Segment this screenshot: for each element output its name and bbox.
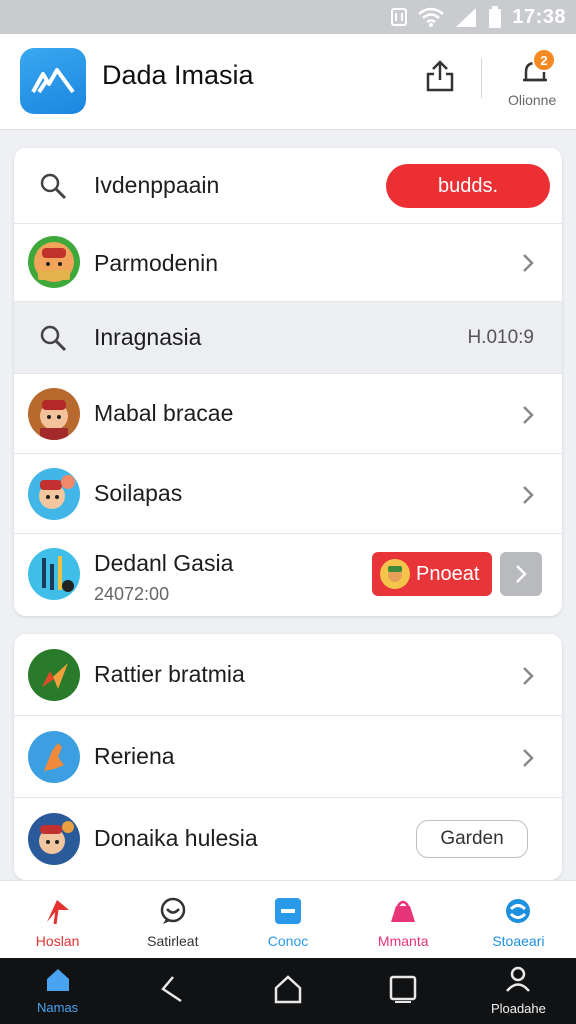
tab-hoslan[interactable]: Hoslan [0,881,115,958]
search-value: H.010:9 [467,327,534,348]
tab-mmanta[interactable]: Mmanta [346,881,461,958]
nav-home-button[interactable] [230,958,345,1024]
tab-stoaeari[interactable]: Stoaeari [461,881,576,958]
app-title: Dada Imasia [102,60,254,90]
tab-satirleat[interactable]: Satirleat [115,881,230,958]
search-icon [38,323,68,353]
list-item-donaika[interactable]: Donaika hulesia Garden [14,798,562,880]
bag-icon [387,895,419,927]
nav-label: Ploadahe [490,1001,546,1016]
recents-icon [389,975,417,1008]
list-item-label: Reriena [94,743,175,769]
home-icon [45,967,71,996]
search-icon [38,171,68,201]
search-row[interactable]: Ivdenppaain budds. [14,148,562,224]
avatar [28,813,80,865]
house-icon [273,974,303,1009]
status-time: 17:38 [512,5,566,28]
chevron-right-icon [518,747,538,769]
share-icon [426,60,454,92]
promo-avatar-icon [380,559,410,589]
list-item-soilapas[interactable]: Soilapas [14,454,562,534]
play-icon [42,895,74,927]
promo-button[interactable]: Pnoeat [372,552,492,596]
tab-label: Mmanta [377,933,429,949]
wifi-icon [418,7,445,27]
bottom-tab-bar: Hoslan Satirleat Conoc Mmanta Stoaeari [0,880,576,958]
tab-conoc[interactable]: Conoc [230,881,345,958]
notification-label: Olionne [508,92,557,108]
sync-icon [502,895,534,927]
main-list-card: Ivdenppaain budds. Parmodenin Inragnasia… [14,148,562,616]
list-item-sublabel: 24072:00 [94,584,170,604]
list-item-label: Soilapas [94,480,183,506]
search-placeholder: Ivdenppaain [94,172,220,198]
nav-profile[interactable]: Ploadahe [461,958,576,1024]
list-item-rattier[interactable]: Rattier bratmia [14,634,562,716]
share-button[interactable] [420,56,460,96]
tab-label: Satirleat [147,933,199,949]
list-item-label: Dedanl Gasia [94,550,234,576]
search-action-button[interactable]: budds. [386,164,550,208]
chevron-right-icon [518,665,538,687]
nav-back[interactable] [115,958,230,1024]
avatar [28,468,80,520]
system-nav-bar: Namas Ploadahe [0,958,576,1024]
list-item-label: Donaika hulesia [94,825,258,851]
tv-icon [272,895,304,927]
next-button[interactable] [500,552,542,596]
list-item-parmodenin[interactable]: Parmodenin [14,224,562,302]
avatar [28,649,80,701]
app-header: Dada Imasia 2 Olionne [0,34,576,130]
status-bar: 17:38 [0,0,576,34]
nav-home[interactable]: Namas [0,958,115,1024]
list-item-label: Mabal bracae [94,400,234,426]
battery-icon [488,6,502,28]
chevron-right-icon [518,484,538,506]
signal-icon [454,7,478,27]
avatar [28,548,80,600]
app-logo [20,48,86,114]
sim-icon [390,7,408,27]
list-item-dedanl[interactable]: Dedanl Gasia 24072:00 Pnoeat [14,534,562,616]
promo-button-label: Pnoeat [416,562,480,585]
search-row-secondary[interactable]: Inragnasia H.010:9 [14,302,562,374]
list-item-reriena[interactable]: Reriena [14,716,562,798]
chevron-right-icon [518,404,538,426]
avatar [28,236,80,288]
list-item-label: Rattier bratmia [94,661,245,687]
secondary-list-card: Rattier bratmia Reriena Donaika hulesia … [14,634,562,880]
search-label: Inragnasia [94,324,202,350]
list-item-label: Parmodenin [94,250,219,276]
tab-label: Conoc [267,933,309,949]
notification-badge: 2 [532,48,556,72]
garden-button[interactable]: Garden [416,820,528,858]
nav-label: Namas [37,1000,79,1015]
avatar [28,388,80,440]
chevron-right-icon [516,565,527,583]
tab-label: Stoaeari [492,933,545,949]
header-divider [481,58,482,98]
chat-icon [157,895,189,927]
tab-label: Hoslan [35,933,80,949]
profile-icon [505,966,531,997]
list-item-mabal[interactable]: Mabal bracae [14,374,562,454]
back-icon [159,975,187,1008]
avatar [28,731,80,783]
nav-recents[interactable] [346,958,461,1024]
chevron-right-icon [518,252,538,274]
